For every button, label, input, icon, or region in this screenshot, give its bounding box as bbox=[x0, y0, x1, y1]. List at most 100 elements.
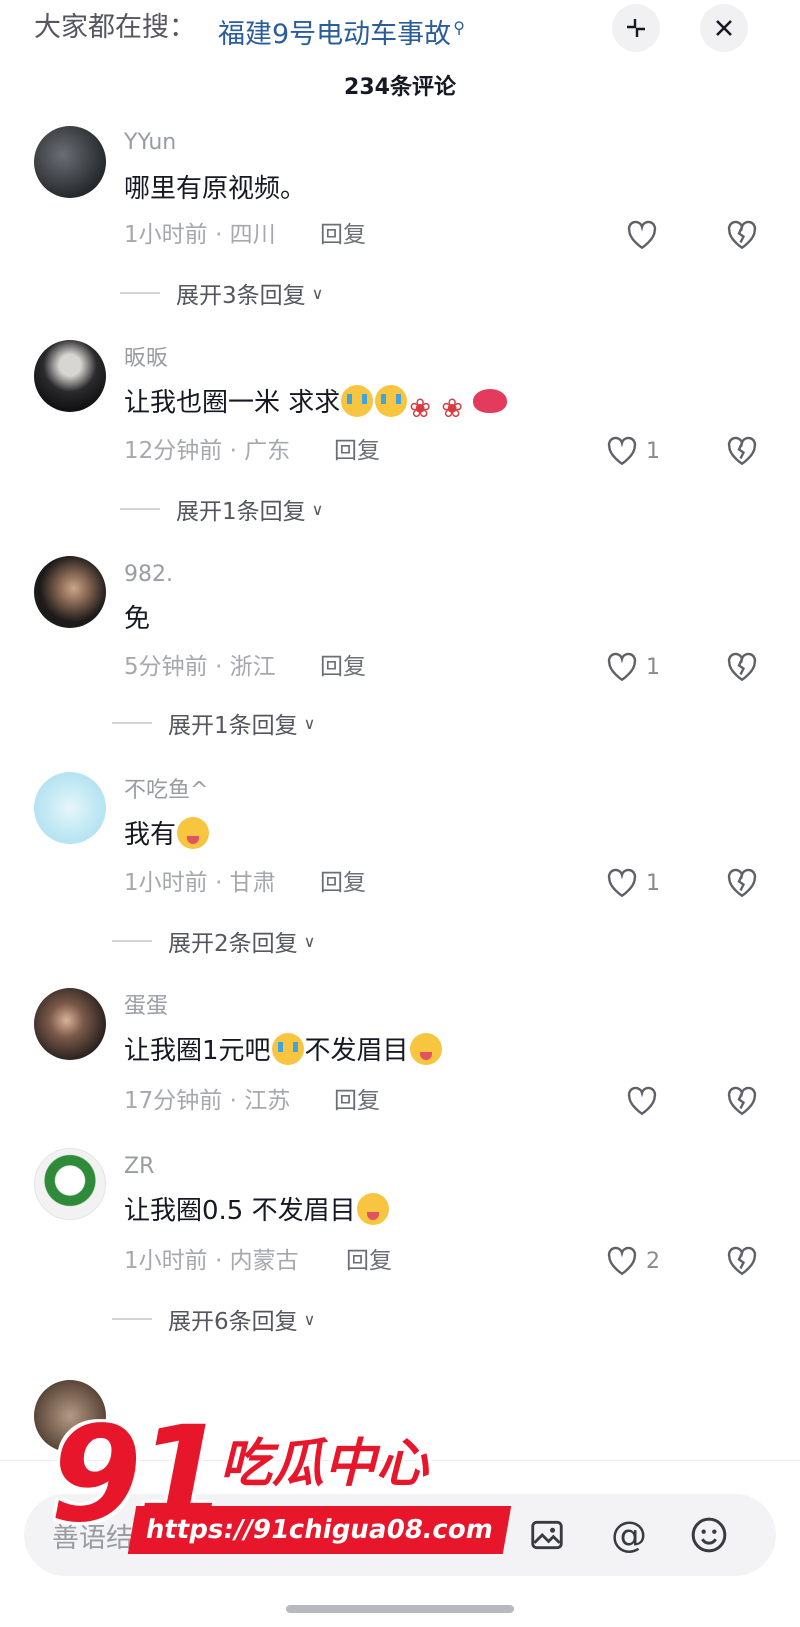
comment-text-content: 让我也圈一米 求求 bbox=[124, 388, 341, 418]
avatar[interactable] bbox=[34, 126, 106, 198]
expand-divider bbox=[112, 722, 152, 724]
avatar[interactable] bbox=[34, 988, 106, 1060]
search-icon: ⚲ bbox=[453, 18, 465, 37]
chevron-down-icon: ∨ bbox=[303, 931, 316, 951]
comment-text-content: 让我圈1元吧 bbox=[124, 1036, 271, 1066]
comment-location: 江苏 bbox=[244, 1088, 291, 1114]
watermark-logo: 91 吃瓜中心 https://91chigua08.com bbox=[50, 1400, 530, 1570]
comment-count-title: 234条评论 bbox=[344, 75, 456, 100]
heart-icon bbox=[607, 868, 637, 898]
heart-icon bbox=[627, 1086, 657, 1116]
expand-label: 展开1条回复 bbox=[168, 713, 298, 739]
reply-button[interactable]: 回复 bbox=[320, 650, 366, 684]
collapse-icon bbox=[627, 19, 645, 37]
comment-time: 1小时前 bbox=[124, 1248, 208, 1274]
reply-button[interactable]: 回复 bbox=[320, 218, 366, 252]
broken-heart-icon bbox=[727, 868, 757, 898]
emoji-button[interactable] bbox=[684, 1510, 734, 1560]
expand-divider bbox=[112, 1318, 152, 1320]
like-button[interactable]: 1 bbox=[604, 431, 660, 471]
expand-label: 展开3条回复 bbox=[176, 283, 306, 309]
comment-time: 1小时前 bbox=[124, 870, 208, 896]
crying-emoji-icon bbox=[375, 385, 408, 417]
watermark-name: 吃瓜中心 bbox=[220, 1434, 429, 1494]
trending-search-link[interactable]: 福建9号电动车事故 ⚲ bbox=[218, 8, 465, 55]
expand-label: 展开2条回复 bbox=[168, 931, 298, 957]
like-button[interactable]: 1 bbox=[604, 647, 660, 687]
reply-button[interactable]: 回复 bbox=[334, 434, 380, 468]
avatar[interactable] bbox=[34, 772, 106, 844]
home-indicator[interactable] bbox=[286, 1605, 514, 1613]
expand-divider bbox=[120, 508, 160, 510]
collapse-button[interactable] bbox=[612, 4, 660, 52]
broken-heart-icon bbox=[727, 1246, 757, 1276]
meta-separator: · bbox=[207, 654, 230, 680]
avatar[interactable] bbox=[34, 556, 106, 628]
like-button[interactable] bbox=[624, 215, 666, 255]
heart-icon bbox=[607, 652, 637, 682]
comment-username[interactable]: 不吃鱼^ bbox=[124, 776, 208, 806]
meta-separator: · bbox=[222, 438, 245, 464]
expand-replies-button[interactable]: 展开2条回复 ∨ bbox=[112, 924, 315, 958]
watermark-url: https://91chigua08.com bbox=[127, 1506, 512, 1554]
reply-button[interactable]: 回复 bbox=[346, 1244, 392, 1278]
expand-replies-button[interactable]: 展开3条回复 ∨ bbox=[120, 276, 323, 310]
reply-button[interactable]: 回复 bbox=[334, 1084, 380, 1118]
heart-icon bbox=[627, 220, 657, 250]
expand-replies-button[interactable]: 展开1条回复 ∨ bbox=[120, 492, 323, 526]
avatar[interactable] bbox=[34, 1148, 106, 1220]
comment-text: 我有 bbox=[124, 816, 210, 854]
silly-face-emoji-icon bbox=[356, 1193, 389, 1225]
meta-separator: · bbox=[207, 1248, 230, 1274]
comment-username[interactable]: YYun bbox=[124, 128, 176, 158]
mention-button[interactable]: @ bbox=[604, 1510, 654, 1560]
like-count: 1 bbox=[646, 438, 660, 464]
dislike-button[interactable] bbox=[722, 1081, 762, 1121]
chevron-down-icon: ∨ bbox=[311, 283, 324, 303]
comment-time: 12分钟前 bbox=[124, 438, 223, 464]
silly-face-emoji-icon bbox=[177, 817, 210, 849]
expand-divider bbox=[112, 940, 152, 942]
silly-face-emoji-icon bbox=[409, 1033, 442, 1065]
image-icon bbox=[531, 1520, 563, 1550]
comment-location: 广东 bbox=[244, 438, 291, 464]
comment-text: 哪里有原视频。 bbox=[124, 174, 307, 204]
reply-button[interactable]: 回复 bbox=[320, 866, 366, 900]
like-button[interactable] bbox=[624, 1081, 666, 1121]
comment-meta: 1小时前 · 甘肃 bbox=[124, 866, 276, 900]
comment-username[interactable]: 昄昄 bbox=[124, 344, 168, 374]
dislike-button[interactable] bbox=[722, 431, 762, 471]
comment-text-content: 不发眉目 bbox=[304, 1036, 409, 1066]
dislike-button[interactable] bbox=[722, 1241, 762, 1281]
like-button[interactable]: 1 bbox=[604, 863, 660, 903]
expand-replies-button[interactable]: 展开1条回复 ∨ bbox=[112, 706, 315, 740]
close-button[interactable] bbox=[700, 4, 748, 52]
comment-text: 让我圈0.5 不发眉目 bbox=[124, 1192, 390, 1230]
dislike-button[interactable] bbox=[722, 647, 762, 687]
chevron-down-icon: ∨ bbox=[303, 1309, 316, 1329]
dislike-button[interactable] bbox=[722, 215, 762, 255]
comment-text: 免 bbox=[124, 604, 151, 634]
rose-emoji-icon: ❀ bbox=[409, 394, 432, 424]
heart-icon bbox=[607, 436, 637, 466]
emoji-icon bbox=[691, 1517, 727, 1553]
comment-meta: 12分钟前 · 广东 bbox=[124, 434, 290, 468]
comment-location: 甘肃 bbox=[229, 870, 276, 896]
like-button[interactable]: 2 bbox=[604, 1241, 660, 1281]
comment-username[interactable]: 蛋蛋 bbox=[124, 992, 168, 1022]
crying-emoji-icon bbox=[341, 385, 374, 417]
comment-meta: 5分钟前 · 浙江 bbox=[124, 650, 276, 684]
dislike-button[interactable] bbox=[722, 863, 762, 903]
broken-heart-icon bbox=[727, 652, 757, 682]
comment-username[interactable]: ZR bbox=[124, 1152, 154, 1182]
avatar[interactable] bbox=[34, 340, 106, 412]
expand-label: 展开1条回复 bbox=[176, 499, 306, 525]
like-count: 2 bbox=[646, 1248, 660, 1274]
broken-heart-icon bbox=[727, 436, 757, 466]
crying-emoji-icon bbox=[271, 1033, 304, 1065]
like-count: 1 bbox=[646, 870, 660, 896]
expand-replies-button[interactable]: 展开6条回复 ∨ bbox=[112, 1302, 315, 1336]
comment-text: 让我也圈一米 求求 ❀ ❀ bbox=[124, 384, 508, 424]
comment-username[interactable]: 982. bbox=[124, 560, 173, 590]
comment-time: 5分钟前 bbox=[124, 654, 208, 680]
